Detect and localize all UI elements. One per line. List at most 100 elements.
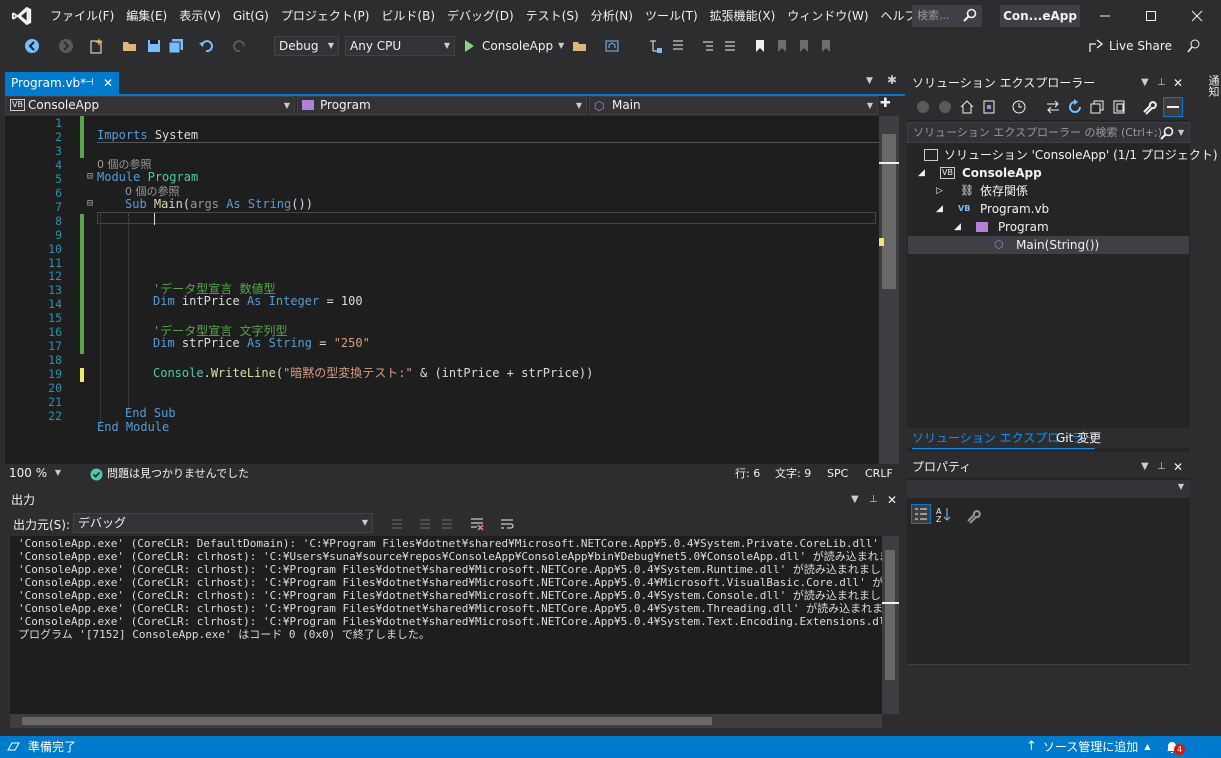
uncomment-lines-icon[interactable] (722, 38, 738, 54)
preview-selected-button[interactable] (1163, 97, 1183, 117)
menu-item[interactable]: ファイル(F) (44, 0, 120, 32)
output-hscroll-thumb[interactable] (22, 717, 712, 725)
line-indicator[interactable]: 行: 6 (735, 464, 760, 484)
output-horizontal-scrollbar[interactable] (10, 714, 882, 728)
menu-item[interactable]: 分析(N) (585, 0, 639, 32)
back-icon[interactable] (915, 99, 931, 115)
home-view-icon[interactable] (604, 38, 620, 54)
output-scroll-thumb[interactable] (885, 550, 895, 680)
home-icon[interactable] (959, 99, 975, 115)
property-pages-wrench-icon[interactable] (965, 506, 983, 524)
redo-icon[interactable] (232, 38, 248, 54)
close-window-button[interactable] (1174, 0, 1220, 32)
expanded-arrow-icon[interactable]: ◢ (936, 200, 943, 218)
new-project-icon[interactable] (88, 38, 104, 54)
search-icon[interactable] (1159, 125, 1175, 141)
tab-git-changes[interactable]: Git 変更 (1056, 428, 1101, 448)
maximize-button[interactable] (1128, 0, 1174, 32)
solution-explorer-search[interactable]: ソリューション エクスプローラー の検索 (Ctrl+;) ▼ (907, 122, 1190, 143)
menu-item[interactable]: デバッグ(D) (441, 0, 520, 32)
tree-item-project[interactable]: ◢ VB ConsoleApp (908, 164, 1189, 182)
menu-item[interactable]: 表示(V) (173, 0, 227, 32)
pin-icon[interactable]: ⊣ (85, 72, 94, 94)
step-over-icon[interactable] (670, 38, 686, 54)
navigate-forward-icon[interactable] (58, 38, 74, 54)
properties-wrench-icon[interactable] (1141, 99, 1157, 115)
show-all-files-icon[interactable] (1111, 99, 1127, 115)
type-dropdown[interactable]: Program ▼ (297, 96, 587, 115)
switch-views-icon[interactable] (981, 99, 997, 115)
expanded-arrow-icon[interactable]: ◢ (918, 164, 925, 182)
menu-item[interactable]: ツール(T) (639, 0, 704, 32)
save-all-icon[interactable] (168, 38, 184, 54)
word-wrap-icon[interactable] (499, 516, 515, 532)
prev-message-icon[interactable] (417, 516, 433, 532)
pin-icon[interactable]: ⊥ (869, 490, 878, 510)
configuration-dropdown[interactable]: Debug ▼ (274, 36, 339, 56)
comment-lines-icon[interactable] (700, 38, 716, 54)
output-vertical-scrollbar[interactable] (882, 536, 899, 714)
close-tab-icon[interactable]: ✕ (103, 72, 113, 94)
tree-item-dependencies[interactable]: ▷ ⛓ 依存関係 (908, 182, 1189, 200)
tree-item-program-vb[interactable]: ◢ VB Program.vb (908, 200, 1189, 218)
collapse-sub-icon[interactable]: ⊟ (87, 198, 93, 209)
collapse-all-icon[interactable] (1089, 99, 1105, 115)
issues-indicator[interactable]: 問題は見つかりませんでした (90, 464, 249, 484)
zoom-dropdown[interactable]: 100 % ▼ (5, 464, 65, 484)
tree-item-main-method[interactable]: ⬡ Main(String()) (908, 236, 1189, 254)
properties-object-dropdown[interactable]: ▼ (907, 480, 1190, 498)
undo-icon[interactable] (198, 38, 214, 54)
minimize-button[interactable] (1082, 0, 1128, 32)
bookmark-icon[interactable] (752, 38, 768, 54)
close-icon[interactable]: ✕ (1173, 456, 1183, 478)
find-message-icon[interactable] (389, 516, 405, 532)
next-message-icon[interactable] (439, 516, 455, 532)
menu-item[interactable]: ウィンドウ(W) (781, 0, 874, 32)
menu-item[interactable]: プロジェクト(P) (275, 0, 376, 32)
visual-studio-logo-icon[interactable] (0, 0, 44, 32)
menu-item[interactable]: Git(G) (227, 0, 275, 32)
code-editor[interactable]: 1 2 3 4 5 6 7 8 9 10 11 12 13 14 15 16 17 18 19 20 21 22 ⊟ ⊟ … (5, 116, 879, 464)
start-debugging-button[interactable]: ConsoleApp ▼ (462, 36, 564, 56)
add-to-source-control-button[interactable]: ↑ ソース管理に追加 ▲ (1026, 736, 1150, 758)
collapse-module-icon[interactable]: ⊟ (87, 171, 93, 182)
tab-program-vb[interactable]: Program.vb* ⊣ ✕ (5, 72, 119, 94)
editor-scroll-thumb[interactable] (882, 134, 896, 289)
output-text-area[interactable]: 'ConsoleApp.exe' (CoreCLR: DefaultDomain… (10, 536, 882, 714)
menu-item[interactable]: ビルド(B) (375, 0, 441, 32)
project-dropdown[interactable]: VB ConsoleApp ▼ (5, 96, 295, 115)
menu-item[interactable]: テスト(S) (520, 0, 585, 32)
panel-menu-icon[interactable]: ▼ (851, 490, 859, 510)
pending-changes-filter-icon[interactable] (1011, 99, 1027, 115)
feedback-icon[interactable] (1186, 38, 1202, 54)
menu-item[interactable]: 編集(E) (120, 0, 173, 32)
line-ending-indicator[interactable]: CRLF (865, 464, 893, 484)
close-icon[interactable]: ✕ (887, 490, 897, 510)
categorized-button[interactable] (911, 504, 931, 524)
save-icon[interactable] (146, 38, 162, 54)
clear-all-icon[interactable] (469, 516, 485, 532)
pin-icon[interactable]: ⊥ (1157, 72, 1166, 94)
navigate-back-icon[interactable] (24, 38, 40, 54)
open-folder-icon[interactable] (122, 38, 138, 54)
panel-menu-icon[interactable]: ▼ (1141, 456, 1149, 478)
clear-bookmarks-icon[interactable] (818, 38, 834, 54)
prev-bookmark-icon[interactable] (774, 38, 790, 54)
search-icon[interactable] (962, 7, 978, 23)
gear-icon[interactable]: ✱ (887, 73, 897, 87)
browse-folder-icon[interactable] (572, 38, 588, 54)
sync-with-document-icon[interactable] (1045, 99, 1061, 115)
notifications-button[interactable]: 4 (1164, 738, 1186, 756)
platform-dropdown[interactable]: Any CPU ▼ (345, 36, 455, 56)
next-bookmark-icon[interactable] (796, 38, 812, 54)
member-dropdown[interactable]: ⬡ Main ▼ (589, 96, 878, 115)
whitespace-indicator[interactable]: SPC (827, 464, 848, 484)
chevron-down-icon[interactable]: ▼ (1178, 123, 1184, 142)
notifications-side-tab[interactable]: 通知 (1196, 72, 1221, 112)
tab-overflow-icon[interactable]: ▼ (866, 76, 873, 86)
tree-item-solution[interactable]: ソリューション 'ConsoleApp' (1/1 プロジェクト) (908, 146, 1218, 164)
alphabetical-icon[interactable]: AZ (935, 506, 953, 524)
tree-item-program-module[interactable]: ◢ Program (908, 218, 1189, 236)
expanded-arrow-icon[interactable]: ◢ (954, 218, 961, 236)
split-editor-icon[interactable]: ✚ (880, 96, 891, 111)
